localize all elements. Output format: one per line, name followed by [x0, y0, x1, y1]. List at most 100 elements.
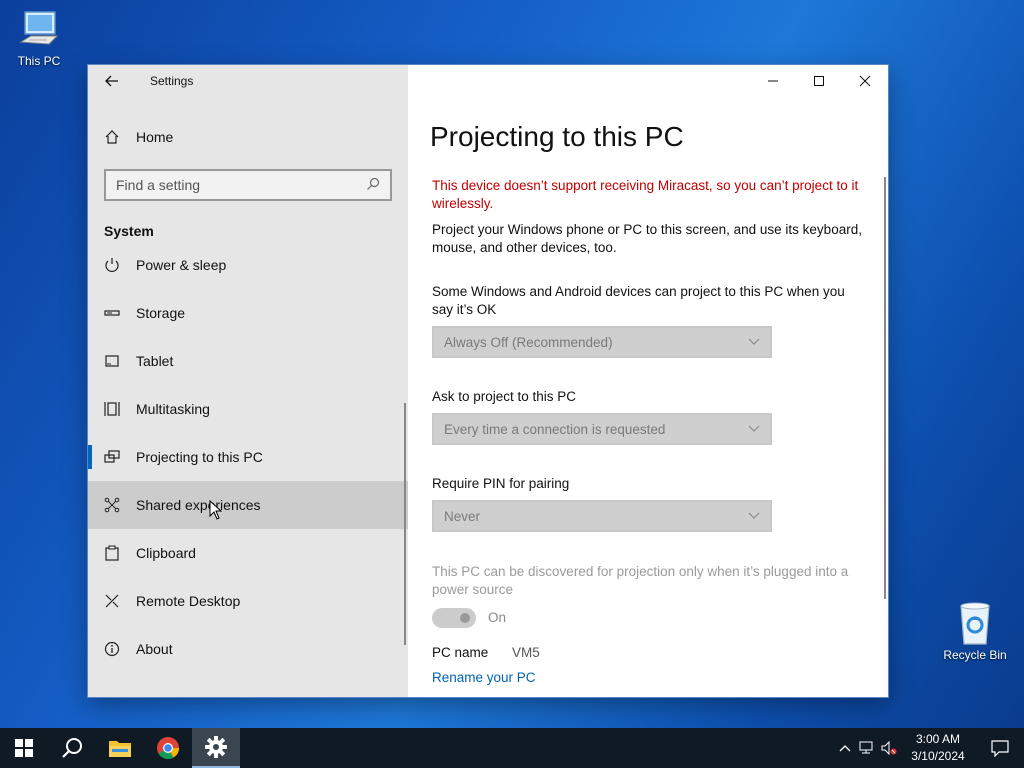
- close-icon: [859, 75, 871, 87]
- chevron-down-icon: [748, 335, 760, 349]
- notification-button[interactable]: [976, 739, 1024, 757]
- power-icon: [88, 257, 136, 273]
- recycle-bin-label: Recycle Bin: [943, 648, 1007, 662]
- info-icon: [88, 641, 136, 657]
- sidebar-item-label: About: [136, 641, 173, 657]
- projecting-icon: [88, 449, 136, 465]
- clock-time: 3:00 AM: [915, 732, 961, 746]
- start-button[interactable]: [0, 728, 48, 768]
- clipboard-icon: [88, 545, 136, 561]
- chrome-button[interactable]: [144, 728, 192, 768]
- home-nav-item[interactable]: Home: [88, 121, 408, 153]
- back-arrow-icon: [105, 75, 118, 87]
- power-source-toggle[interactable]: [432, 608, 476, 628]
- projection-description: Project your Windows phone or PC to this…: [432, 222, 862, 255]
- sidebar-item-projecting[interactable]: Projecting to this PC: [88, 433, 408, 481]
- setting2-label: Ask to project to this PC: [432, 389, 577, 404]
- toggle-knob: [460, 613, 470, 623]
- chevron-up-icon[interactable]: [834, 744, 856, 752]
- storage-icon: [88, 305, 136, 321]
- project-permission-dropdown[interactable]: Always Off (Recommended): [432, 326, 772, 358]
- system-tray: 3:00 AM 3/10/2024: [834, 728, 1024, 768]
- search-taskbar-button[interactable]: [48, 728, 96, 768]
- chevron-down-icon: [748, 509, 760, 523]
- system-nav-list: Power & sleep Storage Tablet Multitaskin…: [88, 251, 408, 697]
- search-input[interactable]: Find a setting: [104, 169, 392, 201]
- this-pc-desktop-icon[interactable]: This PC: [3, 8, 75, 68]
- sidebar-item-label: Tablet: [136, 353, 174, 369]
- sidebar-item-shared-experiences[interactable]: Shared experiences: [88, 481, 408, 529]
- section-title: System: [104, 223, 154, 239]
- sidebar-item-multitasking[interactable]: Multitasking: [88, 385, 408, 433]
- volume-muted-icon[interactable]: [878, 741, 900, 755]
- mouse-cursor-icon: [209, 500, 223, 520]
- notification-icon: [991, 740, 1009, 757]
- dropdown-value: Every time a connection is requested: [444, 421, 666, 437]
- nav-scrollbar[interactable]: [404, 403, 406, 645]
- recycle-bin-icon: [960, 602, 990, 645]
- setting3-label: Require PIN for pairing: [432, 476, 570, 491]
- sidebar-item-label: Shared experiences: [136, 497, 261, 513]
- clock[interactable]: 3:00 AM 3/10/2024: [900, 731, 976, 765]
- windows-logo-icon: [15, 739, 33, 757]
- sidebar-item-tablet[interactable]: Tablet: [88, 337, 408, 385]
- sidebar-item-label: Storage: [136, 305, 186, 321]
- home-icon: [88, 129, 136, 145]
- settings-nav-pane: Settings Home Find a setting System Powe…: [88, 65, 408, 697]
- require-pin-dropdown[interactable]: Never: [432, 500, 772, 532]
- sidebar-item-label: Clipboard: [136, 545, 196, 561]
- rename-pc-link[interactable]: Rename your PC: [432, 670, 536, 685]
- window-controls: [750, 65, 888, 97]
- search-icon: [62, 738, 82, 758]
- chrome-icon: [157, 737, 179, 759]
- title-bar: Settings: [88, 65, 408, 97]
- toggle-state-label: On: [488, 610, 507, 625]
- remote-desktop-icon: [88, 593, 136, 609]
- chevron-down-icon: [748, 422, 760, 436]
- search-placeholder: Find a setting: [116, 177, 201, 193]
- sidebar-item-label: Multitasking: [136, 401, 210, 417]
- tablet-icon: [88, 353, 136, 369]
- taskbar: 3:00 AM 3/10/2024: [0, 728, 1024, 768]
- sidebar-item-about[interactable]: About: [88, 625, 408, 673]
- settings-content-pane: Projecting to this PC This device doesn’…: [408, 65, 888, 697]
- gear-icon: [205, 736, 227, 758]
- multitasking-icon: [88, 401, 136, 417]
- folder-icon: [109, 741, 131, 757]
- setting1-label: Some Windows and Android devices can pro…: [432, 284, 845, 317]
- file-explorer-button[interactable]: [96, 728, 144, 768]
- search-icon: [366, 177, 380, 194]
- sidebar-item-power-sleep[interactable]: Power & sleep: [88, 251, 408, 289]
- power-source-note: This PC can be discovered for projection…: [432, 564, 849, 597]
- dropdown-value: Always Off (Recommended): [444, 334, 613, 350]
- window-title: Settings: [150, 74, 194, 88]
- sidebar-item-label: Power & sleep: [136, 257, 227, 273]
- minimize-button[interactable]: [750, 65, 796, 97]
- settings-taskbar-button[interactable]: [192, 728, 240, 768]
- settings-window: Settings Home Find a setting System Powe…: [88, 65, 888, 697]
- sidebar-item-label: Projecting to this PC: [136, 449, 263, 465]
- network-icon[interactable]: [856, 741, 878, 755]
- sidebar-item-label: Remote Desktop: [136, 593, 241, 609]
- maximize-icon: [814, 76, 824, 86]
- minimize-icon: [768, 80, 778, 82]
- page-title: Projecting to this PC: [430, 121, 684, 152]
- close-button[interactable]: [842, 65, 888, 97]
- this-pc-label: This PC: [17, 54, 61, 68]
- miracast-warning: This device doesn’t support receiving Mi…: [432, 178, 859, 211]
- clock-date: 3/10/2024: [911, 749, 965, 763]
- dropdown-value: Never: [444, 508, 481, 524]
- sidebar-item-storage[interactable]: Storage: [88, 289, 408, 337]
- back-button[interactable]: [88, 65, 136, 97]
- computer-icon: [19, 11, 59, 45]
- home-label: Home: [136, 129, 174, 145]
- shared-icon: [88, 497, 136, 513]
- content-scrollbar[interactable]: [884, 177, 886, 599]
- ask-to-project-dropdown[interactable]: Every time a connection is requested: [432, 413, 772, 445]
- pc-name-label: PC name: [432, 645, 489, 660]
- sidebar-item-clipboard[interactable]: Clipboard: [88, 529, 408, 577]
- maximize-button[interactable]: [796, 65, 842, 97]
- pc-name-value: VM5: [512, 645, 540, 660]
- sidebar-item-remote-desktop[interactable]: Remote Desktop: [88, 577, 408, 625]
- recycle-bin-desktop-icon[interactable]: Recycle Bin: [939, 600, 1011, 662]
